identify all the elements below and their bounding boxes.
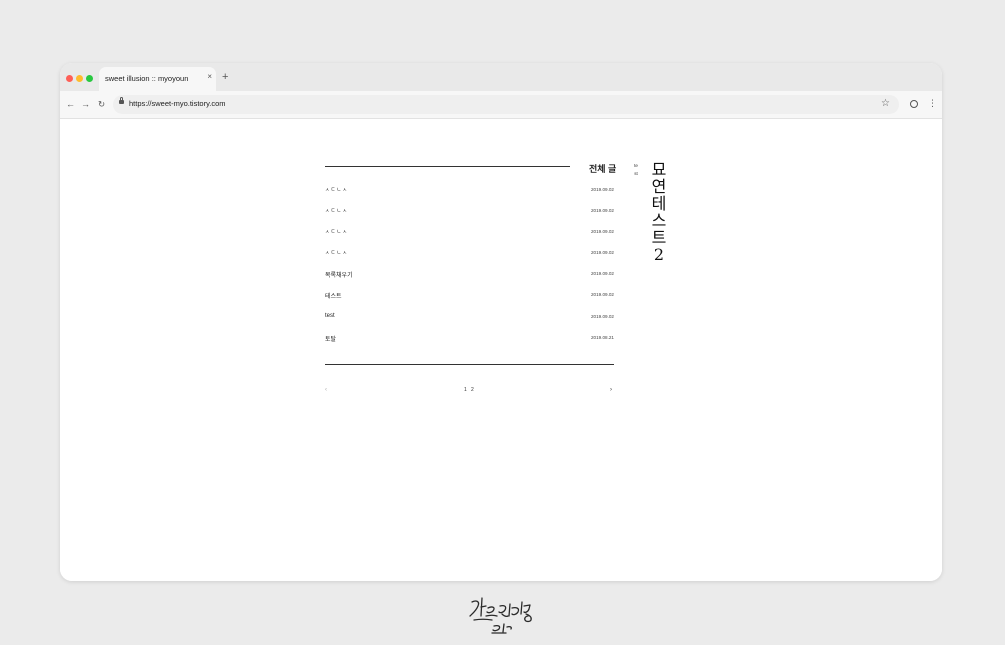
- back-arrow-icon[interactable]: ←: [66, 98, 75, 110]
- post-row[interactable]: test 2019.09.02: [325, 313, 614, 325]
- post-row[interactable]: 테스트 2019.09.02: [325, 291, 614, 303]
- post-date: 2019.09.02: [591, 229, 614, 234]
- post-row[interactable]: 목록채우기 2019.09.02: [325, 270, 614, 282]
- post-date: 2019.09.02: [591, 187, 614, 192]
- post-date: 2019.09.02: [591, 271, 614, 276]
- list-bottom-divider: [325, 364, 614, 365]
- post-row[interactable]: ㅅㄷㄴㅅ 2019.09.02: [325, 228, 614, 240]
- post-row[interactable]: 토탈 2019.08.21: [325, 334, 614, 346]
- close-window-button[interactable]: [66, 75, 73, 82]
- post-row[interactable]: ㅅㄷㄴㅅ 2019.09.02: [325, 207, 614, 219]
- toolbar: ← → ↻ https://sweet-myo.tistory.com ☆ ⋮: [60, 91, 942, 119]
- reload-icon[interactable]: ↻: [98, 98, 105, 110]
- post-title[interactable]: ㅅㄷㄴㅅ: [325, 186, 348, 193]
- post-row[interactable]: ㅅㄷㄴㅅ 2019.09.02: [325, 186, 614, 198]
- tab-close-icon[interactable]: ×: [207, 72, 212, 82]
- page-number-2[interactable]: 2: [471, 387, 474, 393]
- browser-window: sweet illusion :: myoyoun × + ← → ↻ http…: [60, 63, 942, 581]
- post-date: 2019.09.02: [591, 250, 614, 255]
- signature-logo: [469, 597, 532, 634]
- tab-bar: sweet illusion :: myoyoun × +: [60, 63, 942, 91]
- tab-title: sweet illusion :: myoyoun: [105, 74, 189, 83]
- page-content: 전체 글 ㅅㄷㄴㅅ 2019.09.02 ㅅㄷㄴㅅ 2019.09.02 ㅅㄷㄴ…: [60, 119, 942, 581]
- maximize-window-button[interactable]: [86, 75, 93, 82]
- extension-icon[interactable]: [910, 100, 918, 108]
- post-date: 2019.09.02: [591, 208, 614, 213]
- post-date: 2019.09.02: [591, 292, 614, 297]
- post-title[interactable]: ㅅㄷㄴㅅ: [325, 228, 348, 235]
- post-date: 2019.08.21: [591, 335, 614, 340]
- lock-icon: [119, 97, 124, 104]
- post-title[interactable]: ㅅㄷㄴㅅ: [325, 249, 348, 256]
- post-title[interactable]: 토탈: [325, 334, 336, 343]
- browser-menu-icon[interactable]: ⋮: [928, 97, 937, 109]
- post-title[interactable]: 테스트: [325, 291, 342, 300]
- address-bar[interactable]: https://sweet-myo.tistory.com ☆: [113, 95, 899, 114]
- prev-page-button[interactable]: ‹: [325, 387, 327, 393]
- bookmark-star-icon[interactable]: ☆: [881, 98, 890, 109]
- list-title: 전체 글: [589, 164, 617, 174]
- post-title[interactable]: ㅅㄷㄴㅅ: [325, 207, 348, 214]
- blog-subtitle-vertical: test: [634, 163, 638, 176]
- page-number-1[interactable]: 1: [464, 387, 467, 393]
- post-date: 2019.09.02: [591, 314, 614, 319]
- post-row[interactable]: ㅅㄷㄴㅅ 2019.09.02: [325, 249, 614, 261]
- title-divider: [325, 166, 570, 167]
- next-page-button[interactable]: ›: [610, 387, 612, 393]
- new-tab-button[interactable]: +: [222, 71, 228, 83]
- post-title[interactable]: test: [325, 313, 335, 319]
- url-text[interactable]: https://sweet-myo.tistory.com: [129, 99, 226, 108]
- blog-title-vertical[interactable]: 묘연테스트2: [649, 161, 669, 263]
- forward-arrow-icon[interactable]: →: [81, 98, 90, 110]
- tab-active[interactable]: sweet illusion :: myoyoun ×: [99, 67, 216, 91]
- post-title[interactable]: 목록채우기: [325, 270, 353, 279]
- minimize-window-button[interactable]: [76, 75, 83, 82]
